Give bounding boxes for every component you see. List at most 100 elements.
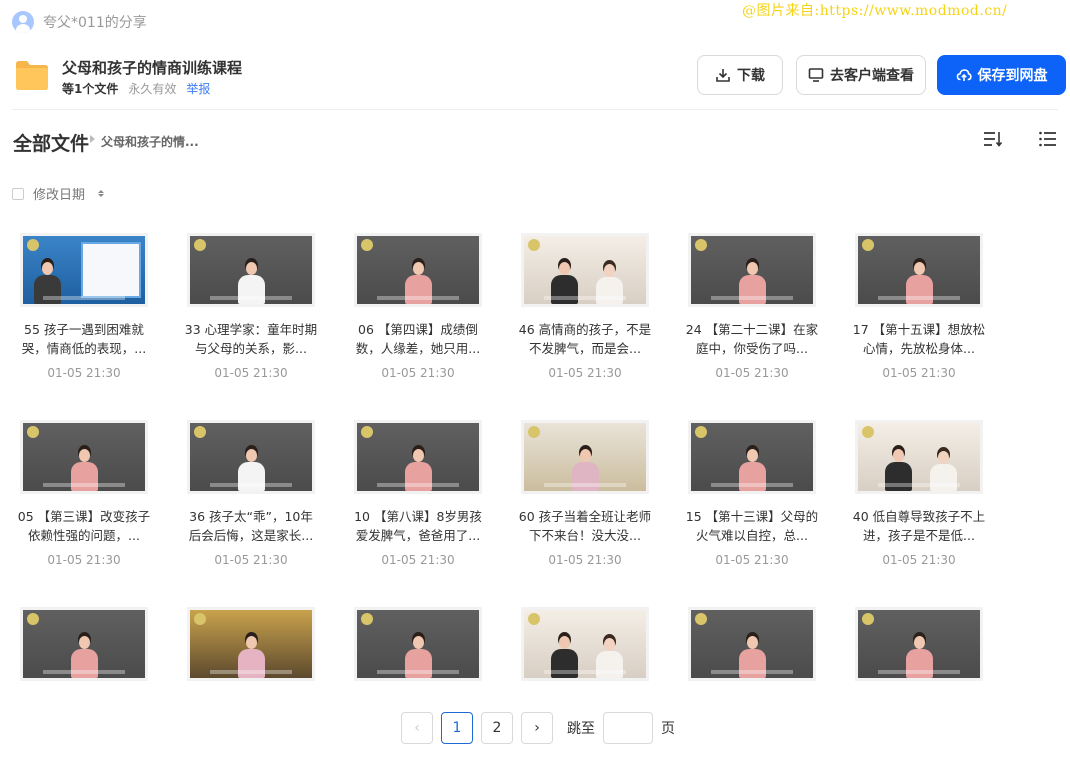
video-thumbnail[interactable] (190, 236, 312, 304)
file-date: 01-05 21:30 (381, 553, 455, 567)
breadcrumb-current: 父母和孩子的情... (101, 135, 199, 149)
file-date: 01-05 21:30 (548, 553, 622, 567)
file-card[interactable]: 06 【第四课】成绩倒数，人缘差，她只用... 01-05 21:30 (350, 236, 486, 380)
channel-logo-icon (361, 613, 373, 625)
video-thumbnail[interactable] (190, 610, 312, 678)
file-date: 01-05 21:30 (715, 553, 789, 567)
open-client-button[interactable]: 去客户端查看 (796, 55, 926, 95)
sort-by-date-label[interactable]: 修改日期 (33, 184, 85, 203)
download-button[interactable]: 下载 (697, 55, 783, 95)
channel-logo-icon (862, 239, 874, 251)
channel-logo-icon (194, 613, 206, 625)
header-divider (12, 109, 1058, 110)
channel-logo-icon (695, 613, 707, 625)
video-thumbnail[interactable] (691, 423, 813, 491)
video-thumbnail[interactable] (524, 610, 646, 678)
open-client-label: 去客户端查看 (830, 68, 914, 84)
folder-title: 父母和孩子的情商训练课程 (62, 59, 243, 77)
page-2-button[interactable]: 2 (481, 712, 513, 744)
video-thumbnail[interactable] (524, 423, 646, 491)
channel-logo-icon (361, 426, 373, 438)
video-thumbnail[interactable] (858, 610, 980, 678)
file-card[interactable]: 40 低自尊导致孩子不上进，孩子是不是低... 01-05 21:30 (851, 423, 987, 567)
channel-logo-icon (27, 426, 39, 438)
sharer-name: 夸父*011的分享 (43, 15, 147, 31)
video-thumbnail[interactable] (691, 236, 813, 304)
channel-logo-icon (194, 426, 206, 438)
video-thumbnail[interactable] (524, 236, 646, 304)
video-thumbnail[interactable] (858, 423, 980, 491)
avatar (12, 11, 34, 33)
report-link[interactable]: 举报 (186, 80, 210, 97)
file-card[interactable] (16, 610, 152, 678)
video-thumbnail[interactable] (357, 236, 479, 304)
file-card[interactable] (684, 610, 820, 678)
video-thumbnail[interactable] (23, 610, 145, 678)
file-title[interactable]: 24 【第二十二课】在家庭中，你受伤了吗... (684, 320, 820, 358)
file-title[interactable]: 05 【第三课】改变孩子依赖性强的问题，... (16, 507, 152, 545)
channel-logo-icon (194, 239, 206, 251)
channel-logo-icon (528, 239, 540, 251)
file-title[interactable]: 46 高情商的孩子，不是不发脾气，而是会... (517, 320, 653, 358)
file-date: 01-05 21:30 (882, 366, 956, 380)
file-date: 01-05 21:30 (882, 553, 956, 567)
file-card[interactable]: 10 【第八课】8岁男孩爱发脾气，爸爸用了... 01-05 21:30 (350, 423, 486, 567)
folder-meta: 等1个文件 永久有效 举报 (62, 80, 210, 97)
cloud-upload-icon (956, 69, 972, 81)
file-title[interactable]: 55 孩子一遇到困难就哭，情商低的表现，... (16, 320, 152, 358)
file-card[interactable]: 55 孩子一遇到困难就哭，情商低的表现，... 01-05 21:30 (16, 236, 152, 380)
channel-logo-icon (862, 426, 874, 438)
file-card[interactable] (350, 610, 486, 678)
file-title[interactable]: 15 【第十三课】父母的火气难以自控，总... (684, 507, 820, 545)
file-card[interactable]: 15 【第十三课】父母的火气难以自控，总... 01-05 21:30 (684, 423, 820, 567)
breadcrumb-root[interactable]: 全部文件 (13, 129, 89, 156)
jump-to-label: 跳至 (567, 721, 595, 737)
video-thumbnail[interactable] (23, 423, 145, 491)
file-card[interactable]: 17 【第十五课】想放松心情，先放松身体... 01-05 21:30 (851, 236, 987, 380)
prev-page-button[interactable]: ‹ (401, 712, 433, 744)
file-card[interactable] (517, 610, 653, 678)
video-thumbnail[interactable] (357, 423, 479, 491)
file-title[interactable]: 40 低自尊导致孩子不上进，孩子是不是低... (851, 507, 987, 545)
channel-logo-icon (695, 426, 707, 438)
file-card[interactable] (851, 610, 987, 678)
video-thumbnail[interactable] (858, 236, 980, 304)
file-card[interactable]: 05 【第三课】改变孩子依赖性强的问题，... 01-05 21:30 (16, 423, 152, 567)
breadcrumb-separator-icon (90, 135, 95, 143)
file-card[interactable]: 33 心理学家：童年时期与父母的关系，影... 01-05 21:30 (183, 236, 319, 380)
video-thumbnail[interactable] (190, 423, 312, 491)
file-count: 等1个文件 (62, 82, 119, 96)
file-title[interactable]: 06 【第四课】成绩倒数，人缘差，她只用... (350, 320, 486, 358)
folder-icon (16, 61, 48, 90)
file-title[interactable]: 33 心理学家：童年时期与父母的关系，影... (183, 320, 319, 358)
file-title[interactable]: 10 【第八课】8岁男孩爱发脾气，爸爸用了... (350, 507, 486, 545)
video-thumbnail[interactable] (691, 610, 813, 678)
sort-order-icon[interactable] (983, 130, 1003, 148)
file-title[interactable]: 17 【第十五课】想放松心情，先放松身体... (851, 320, 987, 358)
file-card[interactable]: 36 孩子太“乖”，10年后会后悔，这是家长... 01-05 21:30 (183, 423, 319, 567)
file-date: 01-05 21:30 (548, 366, 622, 380)
page-1-button[interactable]: 1 (441, 712, 473, 744)
file-card[interactable] (183, 610, 319, 678)
video-thumbnail[interactable] (23, 236, 145, 304)
jump-page-input[interactable] (603, 712, 653, 744)
file-date: 01-05 21:30 (214, 366, 288, 380)
file-card[interactable]: 24 【第二十二课】在家庭中，你受伤了吗... 01-05 21:30 (684, 236, 820, 380)
file-date: 01-05 21:30 (47, 366, 121, 380)
sort-caret-icon[interactable] (98, 190, 105, 197)
video-thumbnail[interactable] (357, 610, 479, 678)
select-all-checkbox[interactable] (12, 187, 24, 200)
file-card[interactable]: 46 高情商的孩子，不是不发脾气，而是会... 01-05 21:30 (517, 236, 653, 380)
file-title[interactable]: 60 孩子当着全班让老师下不来台！没大没... (517, 507, 653, 545)
channel-logo-icon (361, 239, 373, 251)
next-page-button[interactable]: › (521, 712, 553, 744)
file-date: 01-05 21:30 (381, 366, 455, 380)
file-card[interactable]: 60 孩子当着全班让老师下不来台！没大没... 01-05 21:30 (517, 423, 653, 567)
list-view-icon[interactable] (1038, 130, 1058, 148)
save-to-cloud-button[interactable]: 保存到网盘 (937, 55, 1066, 95)
channel-logo-icon (862, 613, 874, 625)
file-title[interactable]: 36 孩子太“乖”，10年后会后悔，这是家长... (183, 507, 319, 545)
monitor-icon (808, 68, 824, 82)
download-icon (716, 69, 730, 82)
channel-logo-icon (695, 239, 707, 251)
